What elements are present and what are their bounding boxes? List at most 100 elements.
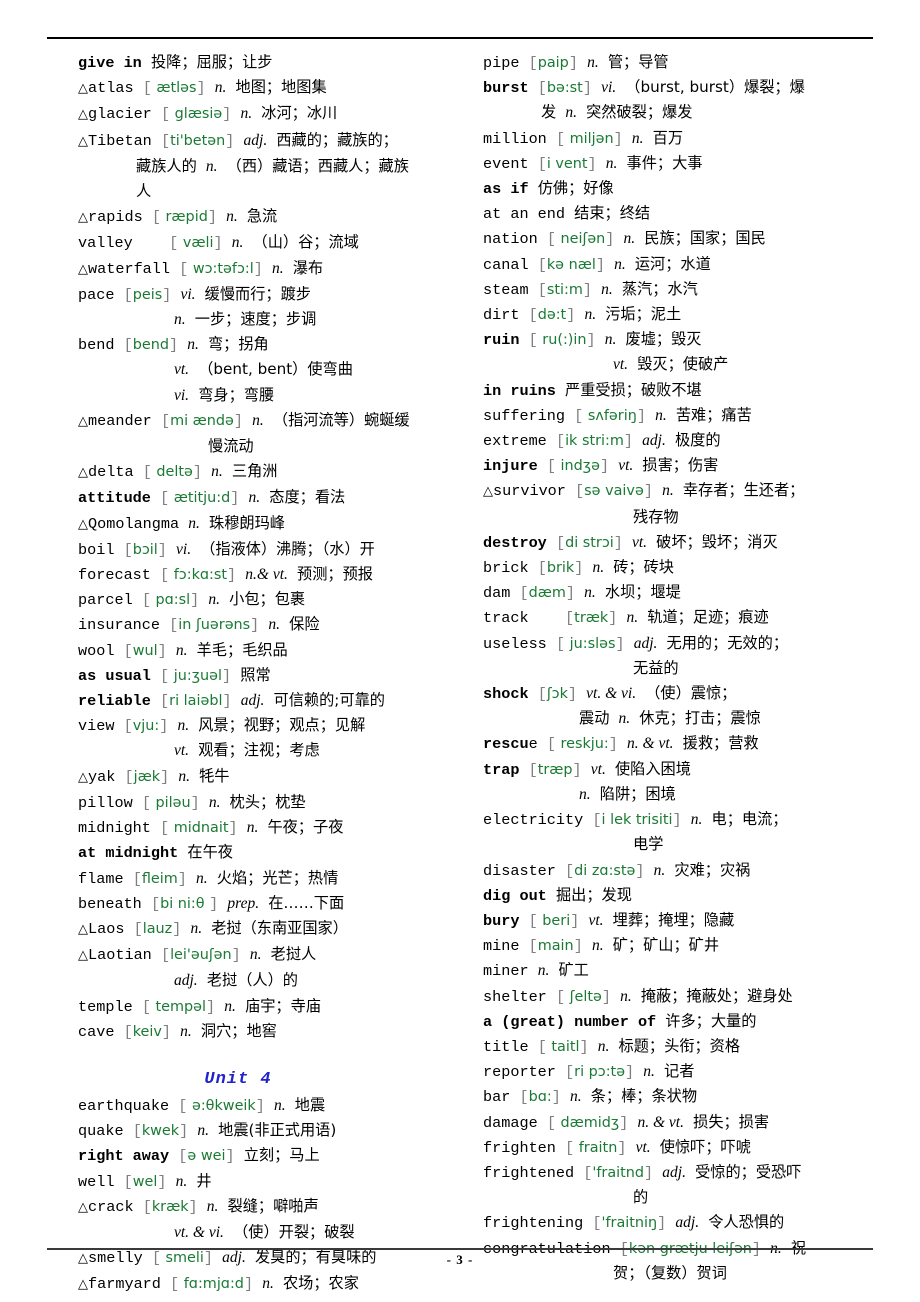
phonetic-open-bracket: [ [546,230,556,249]
dictionary-entry: brick [brik] n. 砖；砖块 [483,555,871,580]
phonetic-open-bracket: [ [160,692,170,711]
new-word-triangle-icon: △ [78,516,88,532]
phonetic-close-bracket: ] [190,591,200,610]
phonetic-close-bracket: ] [570,911,580,930]
phonetic-open-bracket: [ [169,616,179,635]
entry-part-of-speech: n. [690,811,703,829]
entry-word: steam [483,280,529,299]
dictionary-entry: parcel [ pɑ:sl] n. 小包；包裹 [78,587,458,612]
entry-main-line: attitude [ ætitju:d] n. 态度；看法 [78,485,458,510]
left-column: give in 投降；屈服；让步 △atlas [ ætləs] n. 地图；地图… [47,50,460,1298]
entry-word: as if [483,180,529,199]
entry-word: survivor [493,482,566,501]
entry-part-of-speech: n. [231,234,244,252]
entry-main-line: track [træk] n. 轨道；足迹；痕迹 [483,605,871,630]
entry-word: cave [78,1022,115,1041]
dictionary-entry: △atlas [ ætləs] n. 地图；地图集 [78,75,458,101]
entry-main-line: forecast [ fɔ:kɑ:st] n.& vt. 预测；预报 [78,562,458,587]
phonetic-close-bracket: ] [227,566,237,585]
entry-main-line: give in 投降；屈服；让步 [78,50,458,75]
entry-word: temple [78,997,133,1016]
entry-main-line: extreme [ik stri:m] adj. 极度的 [483,428,871,453]
entry-word: ruin [483,331,520,350]
entry-meaning: 受惊的；受恐吓 [695,1162,802,1181]
phonetic-close-bracket: ] [206,997,216,1016]
phonetic-close-bracket: ] [605,230,615,249]
page-number: - 3 - [446,1252,474,1267]
dictionary-entry: valley [ væli] n. （山）谷；流域 [78,230,458,255]
phonetic-open-bracket: [ [141,793,151,812]
phonetic-close-bracket: ] [635,861,645,880]
entry-main-line: damage [ dæmidʒ] n. & vt. 损失；损害 [483,1110,871,1135]
phonetic-open-bracket: [ [528,306,538,325]
entry-phonetic: glæsiə [170,106,223,123]
entry-word: a (great) number of [483,1012,657,1031]
entry-main-line: shock [ʃɔk] vt. & vi. （使）震惊； [483,681,871,706]
phonetic-open-bracket: [ [565,861,575,880]
new-word-triangle-icon: △ [78,948,88,964]
phonetic-open-bracket: [ [133,919,143,938]
entry-meaning: 管；导管 [607,53,669,71]
phonetic-open-bracket: [ [160,946,171,965]
dictionary-entry: disaster [di zɑ:stə] n. 灾难；灾祸 [483,858,871,883]
phonetic-open-bracket: [ [160,819,170,838]
phonetic-close-bracket: ] [225,131,235,150]
dictionary-entry: pipe [paip] n. 管；导管 [483,50,871,75]
entry-word: pillow [78,793,133,812]
entry-meaning: 矿；矿山；矿井 [612,936,719,955]
entry-meaning: 灾难；灾祸 [674,860,751,879]
dictionary-entry: earthquake [ ə:θkweik] n. 地震 [78,1093,458,1118]
entry-meaning: 埋葬；掩埋；隐藏 [612,910,735,929]
entry-meaning: 羊毛；毛织品 [196,640,288,659]
continuation-part-of-speech: vt. & vi. [174,1223,224,1241]
entry-main-line: △waterfall [ wɔ:təfɔ:l] n. 瀑布 [78,256,458,282]
entry-phonetic: fraitn [574,1139,618,1156]
entry-part-of-speech: n. [240,105,253,123]
phonetic-open-bracket: [ [546,1113,556,1132]
phonetic-close-bracket: ] [615,634,625,653]
phonetic-open-bracket: [ [528,911,538,930]
entry-main-line: parcel [ pɑ:sl] n. 小包；包裹 [78,587,458,612]
entry-phonetic: fɔ:kɑ:st [169,567,228,584]
phonetic-open-bracket: [ [123,336,133,355]
phonetic-open-bracket: [ [141,591,151,610]
entry-part-of-speech: n. [620,987,632,1005]
entry-main-line: miner n. 矿工 [483,958,871,983]
entry-meaning: （使）震惊； [645,684,737,703]
entry-meaning: 农场；农家 [282,1274,359,1293]
entry-phonetic: fɑ:mjɑ:d [179,1276,244,1293]
entry-meaning: 废墟；毁灭 [625,330,702,349]
entry-phonetic: keiv [132,1023,162,1040]
entry-phonetic: kræk [151,1198,189,1215]
entry-continuation-line: 慢流动 [78,434,458,459]
entry-word: glacier [88,105,152,124]
phonetic-open-bracket: [ [150,894,161,913]
entry-phonetic: piləu [150,794,191,811]
dictionary-entry: event [i vent] n. 事件；大事 [483,151,871,176]
entry-phonetic: bi ni:θ [160,895,210,912]
entry-part-of-speech: vt. [590,760,606,778]
entry-part-of-speech: n. [248,489,261,507]
phonetic-open-bracket: [ [123,285,133,304]
entry-word: frightening [483,1214,584,1233]
entry-word: forecast [78,566,151,585]
entry-meaning: 井 [196,1171,212,1190]
entry-main-line: ruin [ ru(:)in] n. 废墟；毁灭 [483,327,871,352]
entry-main-line: pillow [ piləu] n. 枕头；枕垫 [78,790,458,815]
entry-part-of-speech: n. [587,54,599,71]
phonetic-close-bracket: ] [573,937,583,956]
entry-word: bury [483,911,520,930]
entry-phonetic: dæm [528,585,566,602]
entry-main-line: flame [fleim] n. 火焰；光芒；热情 [78,866,458,891]
continuation-meaning: 观看；注视；考虑 [198,741,320,760]
entry-phonetic: deltə [151,464,193,481]
entry-part-of-speech: n. [643,1063,655,1081]
phonetic-close-bracket: ] [565,584,576,603]
entry-meaning: 地图；地图集 [235,78,327,97]
header-rule [47,37,873,39]
entry-part-of-speech: n. [214,79,227,97]
unit-heading: Unit 4 [204,1069,272,1089]
entry-phonetic: brik [546,560,575,577]
entry-part-of-speech: vt. & vi. [586,685,637,703]
entry-part-of-speech: n. [211,463,223,481]
